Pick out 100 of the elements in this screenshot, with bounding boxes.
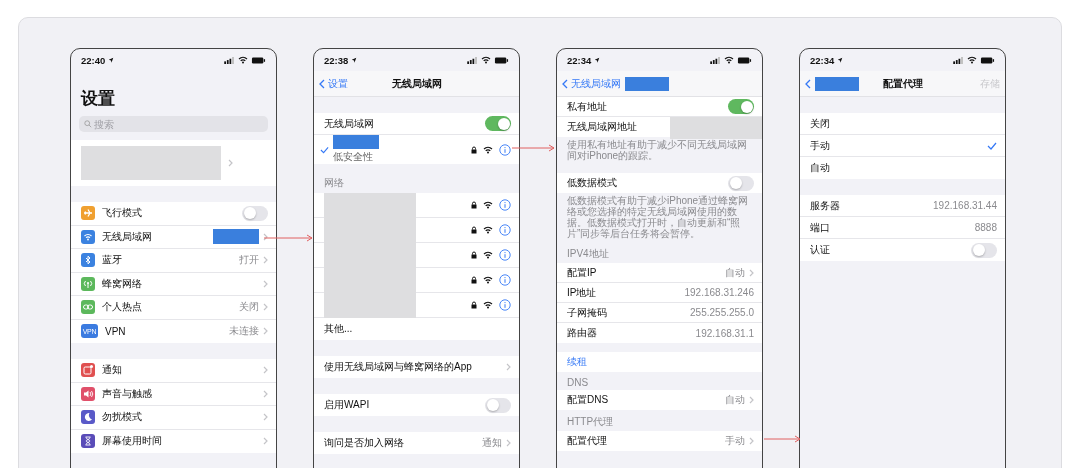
chevron-icon (228, 159, 233, 167)
wifi-icon (483, 251, 493, 259)
chevron-icon (263, 327, 268, 336)
settings-row[interactable]: 无线局域网 (71, 225, 276, 249)
wifi-icon (483, 301, 493, 309)
search-icon (84, 120, 92, 128)
arrow (764, 435, 802, 443)
row-value: 自动 (725, 265, 745, 280)
row-value: 192.168.31.44 (933, 200, 997, 211)
page-title: 设置 (79, 88, 116, 110)
check-icon (320, 145, 329, 154)
info-icon[interactable] (499, 143, 511, 156)
chevron-icon (263, 366, 268, 375)
chevron-icon (263, 437, 268, 446)
row-value: 关闭 (239, 300, 259, 315)
section-footer: 低数据模式有助于减少iPhone通过蜂窝网络或您选择的特定无线局域网使用的数据。低数据模式打开时，自动更新和“照片”同步等后台任务将会暂停。 (557, 193, 762, 242)
redaction-block (333, 135, 379, 149)
section-header: IPV4地址 (566, 247, 610, 261)
chevron-icon (263, 303, 268, 312)
arrow (512, 144, 556, 152)
settings-row[interactable]: 蓝牙 打开 (71, 249, 276, 273)
row-label: 其他... (324, 322, 353, 336)
network-item[interactable]: 低安全性 (314, 135, 519, 164)
toggle-switch[interactable] (728, 175, 754, 191)
wifi-icon (483, 226, 493, 234)
location-arrow-icon (837, 57, 844, 63)
battery-icon (494, 56, 509, 64)
info-icon[interactable] (499, 274, 511, 286)
row-label: 启用WAPI (324, 398, 370, 412)
wifi-icon (724, 56, 734, 64)
info-icon[interactable] (499, 249, 511, 261)
chevron-icon (263, 413, 268, 422)
chevron-icon (263, 279, 268, 288)
signal-icon (953, 56, 964, 64)
info-icon[interactable] (499, 224, 511, 236)
row-label: 服务器 (810, 198, 840, 213)
wifi-icon (483, 145, 493, 154)
nav-title: 配置代理 (882, 76, 923, 91)
chevron-icon (506, 363, 511, 371)
row-label: 无线局域网地址 (567, 120, 637, 134)
toggle-switch[interactable] (485, 397, 511, 413)
network-item[interactable] (314, 218, 519, 243)
settings-row[interactable]: 勿扰模式 (71, 406, 276, 430)
back-chevron-icon (319, 78, 325, 89)
toggle-switch[interactable] (971, 242, 997, 258)
wifi-icon (238, 56, 248, 64)
proxy-option[interactable]: 关闭 (800, 113, 1005, 135)
settings-row[interactable]: 蜂窝网络 (71, 272, 276, 296)
section-header: 网络 (323, 176, 345, 190)
info-icon[interactable] (499, 199, 511, 211)
proxy-option[interactable]: 自动 (800, 157, 1005, 179)
wifi-icon (483, 276, 493, 284)
row-value: 打开 (239, 253, 259, 268)
battery-icon (737, 56, 752, 64)
battery-icon (251, 56, 266, 64)
settings-row[interactable]: 屏幕使用时间 (71, 429, 276, 453)
network-item[interactable] (314, 268, 519, 293)
row-label: 无线局域网 (324, 116, 374, 131)
back-button[interactable]: 设置 (319, 76, 348, 91)
toggle-switch[interactable] (242, 205, 268, 221)
status-time: 22:34 (567, 54, 592, 66)
info-icon[interactable] (499, 299, 511, 311)
settings-row[interactable]: 通知 (71, 359, 276, 383)
section-header: DNS (566, 376, 590, 390)
row-label: 低数据模式 (567, 176, 617, 190)
signal-icon (710, 56, 721, 64)
location-arrow-icon (594, 57, 601, 63)
arrow (264, 234, 314, 242)
section-footer: 使用私有地址有助于减少不同无线局域网间对iPhone的跟踪。 (557, 137, 762, 164)
chevron-icon (263, 232, 268, 241)
back-chevron-icon (562, 78, 568, 89)
settings-row[interactable]: 声音与触感 (71, 382, 276, 406)
chevron-icon (749, 396, 754, 404)
proxy-option[interactable]: 手动 (800, 135, 1005, 157)
settings-row[interactable]: 配置IP 自动 (557, 263, 762, 283)
back-button[interactable]: 无线局域网 (562, 76, 621, 91)
network-item[interactable] (314, 243, 519, 268)
settings-row[interactable]: 询问是否加入网络 通知 (314, 432, 519, 454)
network-item[interactable] (314, 293, 519, 318)
row-label: 私有地址 (567, 99, 607, 114)
toggle-switch[interactable] (728, 99, 754, 114)
location-arrow-icon (108, 57, 115, 63)
row-value: 通知 (482, 436, 502, 450)
wifi-icon (967, 56, 977, 64)
settings-row[interactable]: 个人热点 关闭 (71, 296, 276, 320)
row-value: 255.255.255.0 (690, 307, 754, 318)
row-label: 认证 (810, 243, 830, 257)
renew-link[interactable]: 续租 (557, 352, 762, 372)
back-button[interactable] (805, 78, 811, 89)
search-field[interactable]: 搜索 (79, 116, 268, 132)
network-item[interactable] (314, 193, 519, 218)
settings-row[interactable]: 配置代理 手动 (557, 431, 762, 451)
battery-icon (980, 56, 995, 64)
row-label: 路由器 (567, 326, 597, 340)
status-time: 22:38 (324, 54, 349, 66)
settings-row[interactable]: 配置DNS 自动 (557, 390, 762, 410)
chevron-icon (263, 256, 268, 265)
wifi-icon (481, 56, 491, 64)
toggle-switch[interactable] (485, 116, 511, 131)
settings-row[interactable]: 使用无线局域网与蜂窝网络的App (314, 356, 519, 378)
